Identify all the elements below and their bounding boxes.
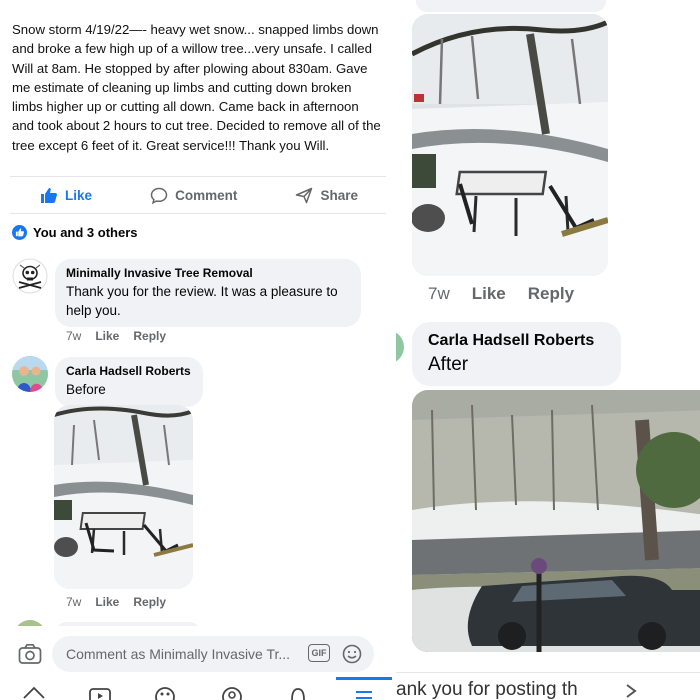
thumbs-up-icon	[41, 187, 57, 203]
comment-reply-link[interactable]: Reply	[133, 329, 166, 343]
snowy-yard-image	[412, 14, 608, 276]
comment-author[interactable]: Minimally Invasive Tree Removal	[66, 266, 350, 280]
comment-like-link[interactable]: Like	[472, 284, 506, 304]
left-screenshot-pane: Snow storm 4/19/22—- heavy wet snow... s…	[0, 0, 396, 700]
comment-reply-link[interactable]: Reply	[133, 595, 166, 609]
before-photo-large[interactable]	[412, 14, 608, 276]
comment-author[interactable]: Carla Hadsell Roberts	[66, 364, 192, 378]
reply-draft-text: ank you for posting th	[396, 679, 578, 700]
comment-text: Thank you for the review. It was a pleas…	[66, 284, 338, 318]
comment-bubble: Minimally Invasive Tree Removal Thank yo…	[55, 259, 361, 327]
comment-like-link[interactable]: Like	[95, 595, 119, 609]
reaction-summary-text: You and 3 others	[33, 225, 138, 240]
comment-meta: 7w Like Reply	[66, 595, 166, 609]
reply-composer[interactable]: ank you for posting th	[396, 672, 700, 700]
after-photo[interactable]	[412, 390, 700, 652]
emoji-icon[interactable]	[342, 644, 362, 664]
snowy-yard-image	[54, 405, 193, 589]
camera-icon[interactable]	[18, 643, 42, 665]
comment-button[interactable]: Comment	[150, 187, 237, 204]
comment-bubble	[416, 0, 606, 12]
share-arrow-icon	[296, 187, 313, 203]
share-button[interactable]: Share	[295, 187, 358, 204]
profile-tab-icon[interactable]	[220, 686, 244, 700]
comment-meta: 7w Like Reply	[66, 329, 166, 343]
avatar[interactable]	[396, 330, 404, 364]
chevron-right-icon[interactable]	[624, 683, 638, 699]
video-tab-icon[interactable]	[88, 686, 112, 700]
comment-like-link[interactable]: Like	[95, 329, 119, 343]
avatar[interactable]	[12, 356, 48, 392]
like-button-label: Like	[65, 187, 93, 203]
like-reaction-icon	[12, 225, 27, 240]
comment-composer: Comment as Minimally Invasive Tr... GIF	[0, 626, 396, 684]
post-action-bar: Like Comment Share	[10, 176, 386, 214]
post-body-text: Snow storm 4/19/22—- heavy wet snow... s…	[12, 22, 381, 153]
comment-bubble: Carla Hadsell Roberts After	[412, 322, 621, 386]
avatar[interactable]	[12, 258, 48, 294]
comment-reply-link[interactable]: Reply	[528, 284, 574, 304]
groups-tab-icon[interactable]	[153, 686, 177, 700]
gif-button[interactable]: GIF	[308, 644, 330, 662]
menu-tab-active-indicator	[336, 677, 392, 680]
comment-author[interactable]: Carla Hadsell Roberts	[428, 332, 605, 350]
like-button[interactable]: Like	[40, 187, 92, 204]
comment-meta-cut	[428, 658, 578, 668]
comment-text: Before	[66, 382, 106, 397]
yard-with-car-image	[412, 390, 700, 652]
reaction-summary[interactable]: You and 3 others	[12, 225, 138, 240]
profile-photo-icon	[12, 356, 48, 392]
comment-button-label: Comment	[175, 187, 238, 203]
skull-logo-icon	[12, 258, 48, 294]
before-photo[interactable]	[54, 405, 193, 589]
home-tab-icon[interactable]	[22, 686, 46, 700]
comment-bubble-icon	[150, 187, 168, 204]
comment-time: 7w	[66, 595, 82, 609]
comment-meta: 7w Like Reply	[428, 284, 574, 304]
comment-bubble: Carla Hadsell Roberts Before	[55, 357, 203, 407]
comment-input-placeholder: Comment as Minimally Invasive Tr...	[66, 646, 291, 662]
comment-time: 7w	[66, 329, 82, 343]
menu-tab-icon[interactable]	[352, 686, 376, 700]
right-screenshot-pane: 7w Like Reply Carla Hadsell Roberts Afte…	[396, 0, 700, 700]
comment-input[interactable]: Comment as Minimally Invasive Tr... GIF	[52, 636, 374, 672]
comment-text: After	[428, 354, 469, 375]
bell-tab-icon[interactable]	[286, 686, 310, 700]
share-button-label: Share	[320, 187, 358, 203]
comment-time: 7w	[428, 284, 450, 303]
